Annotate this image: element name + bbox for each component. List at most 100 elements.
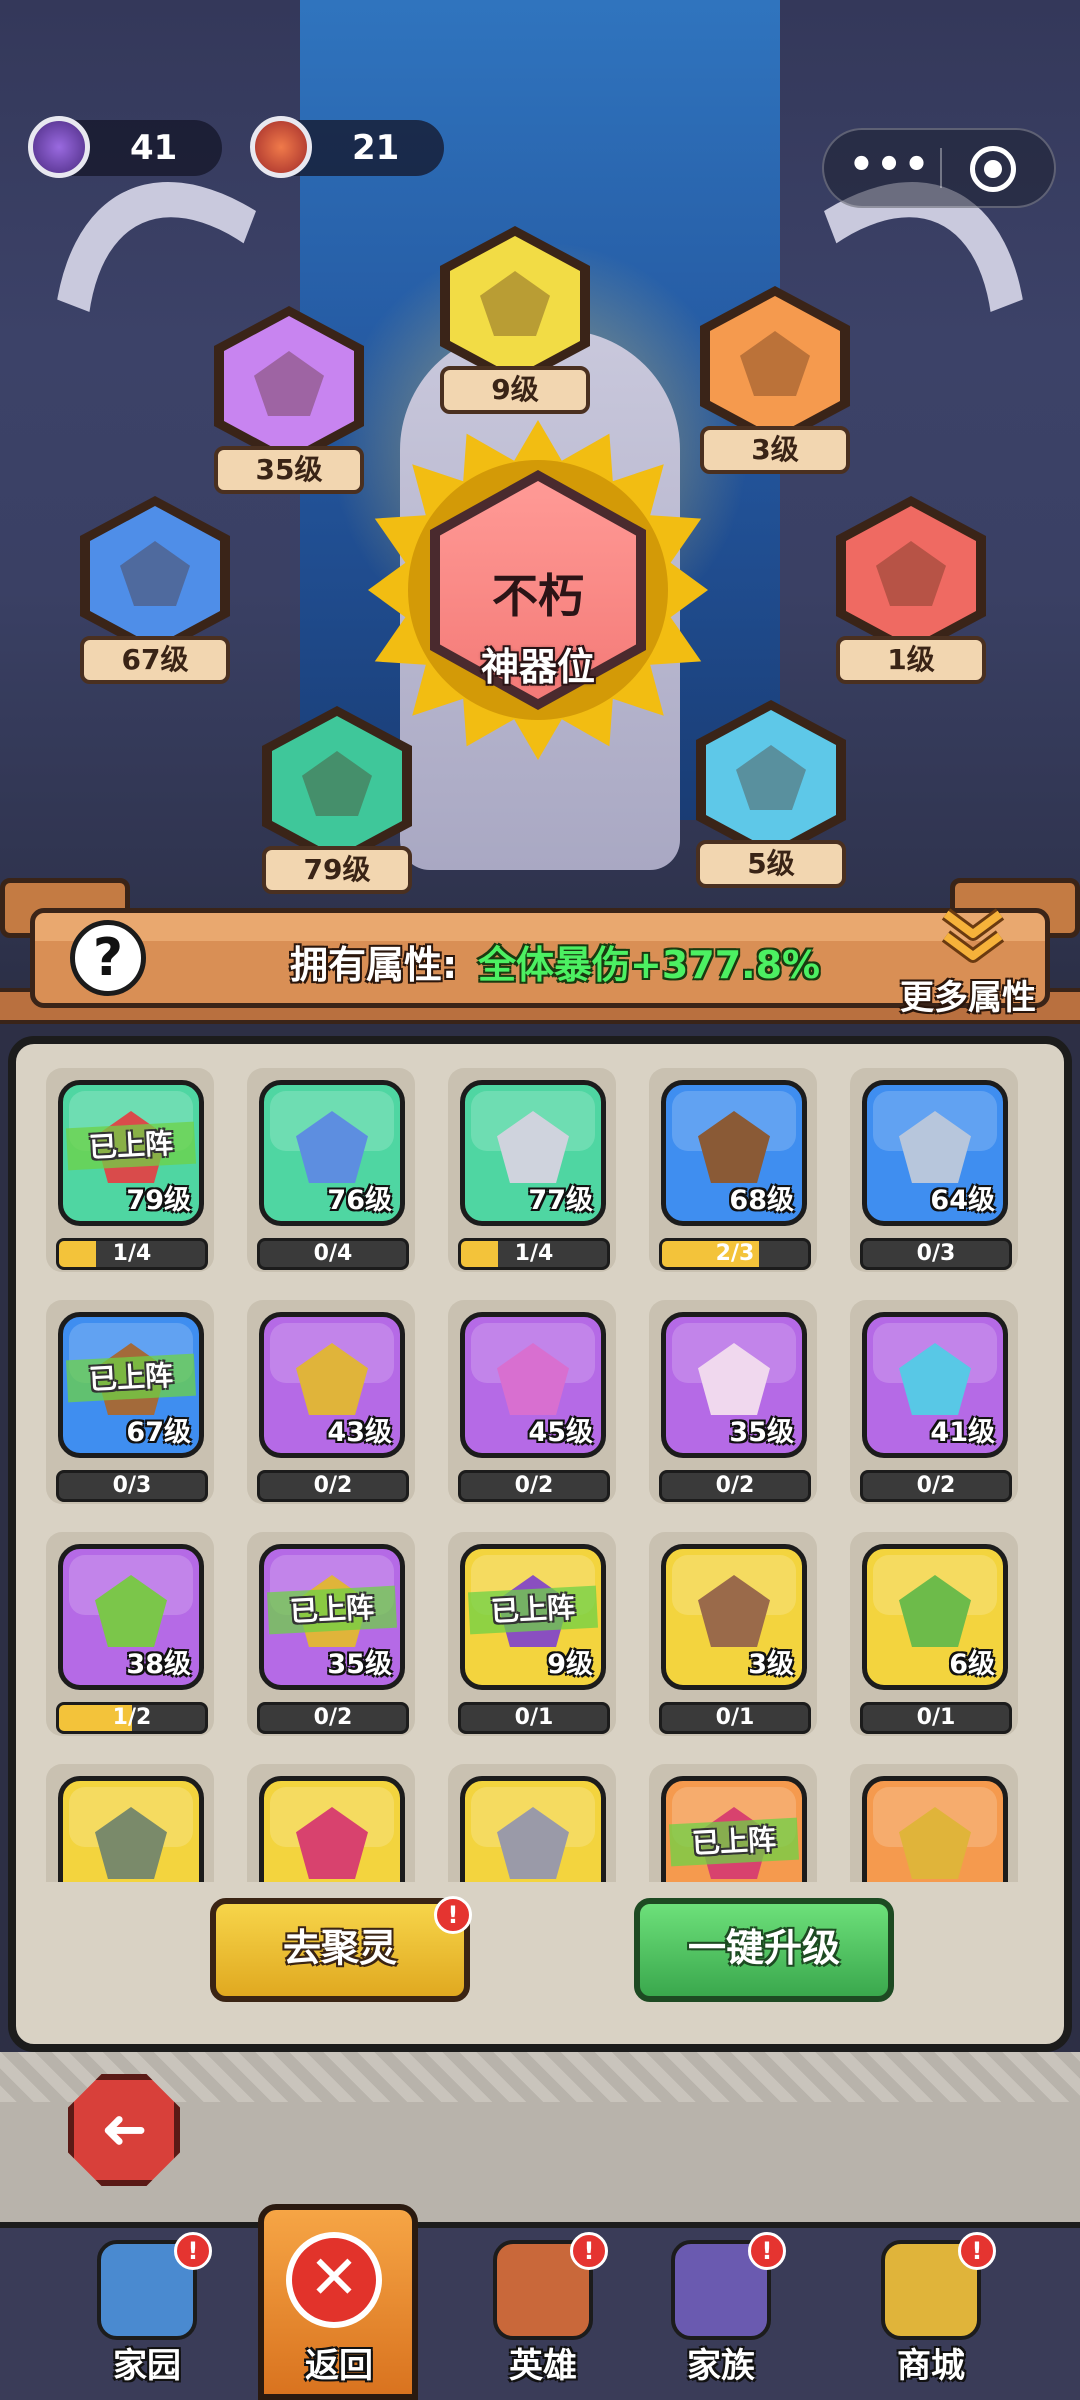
slot-level: 35级 (214, 446, 364, 494)
artifact-frame: 3级 (661, 1544, 807, 1690)
artifact-frame: 76级 (259, 1080, 405, 1226)
more-options-button[interactable]: ••• (840, 140, 940, 196)
upgrade-all-button[interactable]: 一键升级 (634, 1898, 894, 2002)
artifact-card[interactable]: 已上阵 (649, 1764, 817, 1882)
artifact-card[interactable]: 76级 0/4 (247, 1068, 415, 1272)
nav-item-4[interactable]: 家族! (636, 2230, 806, 2400)
artifact-level: 45级 (528, 1417, 593, 1448)
shard-progress: 0/2 (257, 1702, 409, 1734)
game-screen: { "resources": { "soul_orb": {"value": "… (0, 0, 1080, 2400)
target-icon[interactable] (970, 146, 1016, 192)
artifact-level: 79级 (126, 1185, 191, 1216)
shard-progress-text: 0/1 (514, 1705, 554, 1730)
gather-spirit-button[interactable]: 去聚灵 (210, 1898, 470, 2002)
nav-alert-badge: ! (570, 2232, 608, 2270)
artifact-grid[interactable]: 79级 已上阵 1/4 76级 0/4 77级 1/4 68级 2/3 64级 0/3 67级 已上阵 0… (46, 1068, 1046, 1882)
artifact-frame (259, 1776, 405, 1882)
artifact-frame: 35级 已上阵 (259, 1544, 405, 1690)
artifact-card[interactable] (850, 1764, 1018, 1882)
shard-progress-text: 1/4 (112, 1241, 152, 1266)
shard-progress: 0/1 (659, 1702, 811, 1734)
nav-item-3[interactable]: 英雄! (458, 2230, 628, 2400)
deployed-stamp: 已上阵 (65, 1121, 197, 1171)
nav-item-5[interactable]: 商城! (846, 2230, 1016, 2400)
artifact-frame (460, 1776, 606, 1882)
shard-progress-text: 0/2 (715, 1473, 755, 1498)
artifact-card[interactable]: 35级 0/2 (649, 1300, 817, 1504)
artifact-card[interactable] (247, 1764, 415, 1882)
artifact-card[interactable]: 68级 2/3 (649, 1068, 817, 1272)
artifact-frame: 77级 (460, 1080, 606, 1226)
artifact-frame (862, 1776, 1008, 1882)
nav-label: 商城 (897, 2346, 965, 2386)
core-subtitle: 神器位 (480, 645, 595, 689)
shard-progress: 1/2 (56, 1702, 208, 1734)
shard-progress: 0/2 (257, 1470, 409, 1502)
attribute-label: 拥有属性: (290, 943, 458, 987)
nav-alert-badge: ! (748, 2232, 786, 2270)
artifact-card[interactable]: 79级 已上阵 1/4 (46, 1068, 214, 1272)
artifact-level: 9级 (547, 1649, 593, 1680)
gather-alert-badge: ! (434, 1896, 472, 1934)
purple-orb-icon (28, 116, 90, 178)
deployed-stamp: 已上阵 (266, 1585, 398, 1635)
shard-progress-text: 0/4 (313, 1241, 353, 1266)
artifact-level: 67级 (126, 1417, 191, 1448)
nav-item-2[interactable]: ✕ 返回 (254, 2230, 424, 2400)
artifact-card[interactable] (46, 1764, 214, 1882)
artifact-card[interactable]: 35级 已上阵 0/2 (247, 1532, 415, 1736)
artifact-frame: 35级 (661, 1312, 807, 1458)
shard-progress-text: 0/2 (916, 1473, 956, 1498)
close-icon: ✕ (286, 2232, 382, 2328)
shard-progress-text: 1/4 (514, 1241, 554, 1266)
chevron-down-icon[interactable] (938, 906, 1008, 966)
shard-progress: 0/1 (458, 1702, 610, 1734)
artifact-card[interactable] (448, 1764, 616, 1882)
artifact-card[interactable]: 64级 0/3 (850, 1068, 1018, 1272)
slot-level: 1级 (836, 636, 986, 684)
shard-progress: 1/4 (56, 1238, 208, 1270)
artifact-card[interactable]: 38级 1/2 (46, 1532, 214, 1736)
artifact-level: 43级 (327, 1417, 392, 1448)
nav-item-1[interactable]: 家园! (62, 2230, 232, 2400)
nav-alert-badge: ! (174, 2232, 212, 2270)
shard-progress: 0/3 (860, 1238, 1012, 1270)
slot-level: 79级 (262, 846, 412, 894)
artifact-frame: 9级 已上阵 (460, 1544, 606, 1690)
artifact-level: 6级 (949, 1649, 995, 1680)
attribute-value: 全体暴伤+377.8% (478, 943, 821, 987)
shard-progress-text: 0/1 (916, 1705, 956, 1730)
artifact-card[interactable]: 67级 已上阵 0/3 (46, 1300, 214, 1504)
artifact-level: 35级 (729, 1417, 794, 1448)
shard-progress: 0/1 (860, 1702, 1012, 1734)
red-orb-icon (250, 116, 312, 178)
artifact-card[interactable]: 43级 0/2 (247, 1300, 415, 1504)
artifact-frame: 41级 (862, 1312, 1008, 1458)
capsule-divider (940, 148, 942, 188)
artifact-panel: 79级 已上阵 1/4 76级 0/4 77级 1/4 68级 2/3 64级 0/3 67级 已上阵 0… (8, 1036, 1072, 2052)
artifact-level: 77级 (528, 1185, 593, 1216)
artifact-card[interactable]: 77级 1/4 (448, 1068, 616, 1272)
artifact-level: 64级 (930, 1185, 995, 1216)
shard-progress-text: 0/3 (112, 1473, 152, 1498)
shard-progress: 0/2 (458, 1470, 610, 1502)
help-button[interactable]: ? (70, 920, 146, 996)
slot-level: 67级 (80, 636, 230, 684)
artifact-card[interactable]: 6级 0/1 (850, 1532, 1018, 1736)
shard-progress: 0/4 (257, 1238, 409, 1270)
artifact-card[interactable]: 9级 已上阵 0/1 (448, 1532, 616, 1736)
nav-alert-badge: ! (958, 2232, 996, 2270)
core-title: 不朽 (492, 569, 584, 623)
artifact-level: 68级 (729, 1185, 794, 1216)
shard-progress-text: 2/3 (715, 1241, 755, 1266)
artifact-card[interactable]: 45级 0/2 (448, 1300, 616, 1504)
artifact-frame: 已上阵 (661, 1776, 807, 1882)
artifact-card[interactable]: 3级 0/1 (649, 1532, 817, 1736)
artifact-frame: 67级 已上阵 (58, 1312, 204, 1458)
artifact-level: 3级 (748, 1649, 794, 1680)
shard-progress-text: 0/2 (313, 1473, 353, 1498)
shard-progress-text: 0/2 (313, 1705, 353, 1730)
artifact-card[interactable]: 41级 0/2 (850, 1300, 1018, 1504)
artifact-frame (58, 1776, 204, 1882)
more-attributes-button[interactable]: 更多属性 (900, 970, 1036, 1019)
